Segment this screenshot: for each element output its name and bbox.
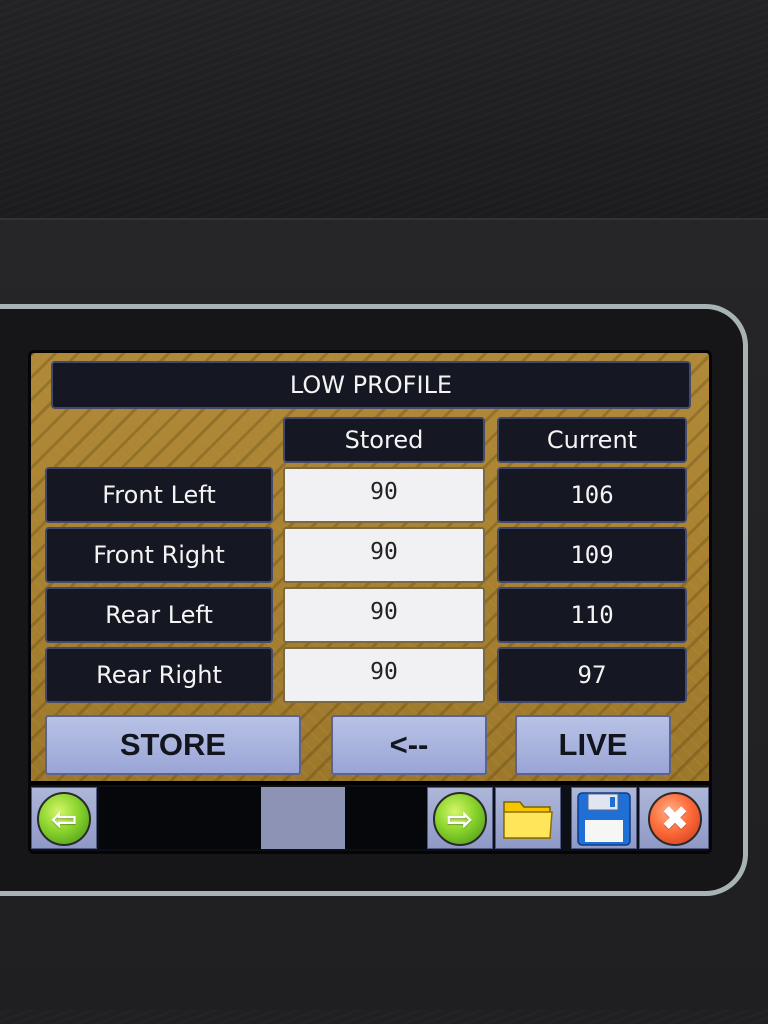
open-folder-button[interactable] [495,787,561,849]
bottom-toolbar: ⇦ ⇨ ✖ [31,785,709,851]
arrow-left-icon: ⇦ [37,792,91,846]
stored-value-front-right[interactable]: 90 [283,527,485,583]
folder-icon [503,801,553,839]
page-title: LOW PROFILE [51,361,691,409]
save-icon [577,792,631,846]
photo-scene: LOW PROFILE Stored Current Front Left 90… [0,0,768,1024]
current-value-front-left: 106 [497,467,687,523]
current-value-rear-right: 97 [497,647,687,703]
row-label-rear-right: Rear Right [45,647,273,703]
stored-value-front-left[interactable]: 90 [283,467,485,523]
next-page-button[interactable]: ⇨ [427,787,493,849]
row-label-front-left: Front Left [45,467,273,523]
column-header-stored: Stored [283,417,485,463]
stored-value-rear-right[interactable]: 90 [283,647,485,703]
stored-value-rear-left[interactable]: 90 [283,587,485,643]
back-button[interactable]: <-- [331,715,487,775]
page-indicator-current [261,787,345,849]
column-header-current: Current [497,417,687,463]
close-icon: ✖ [648,792,702,846]
prev-page-button[interactable]: ⇦ [31,787,97,849]
arrow-right-icon: ⇨ [433,792,487,846]
touchscreen: LOW PROFILE Stored Current Front Left 90… [28,350,712,854]
row-label-rear-left: Rear Left [45,587,273,643]
live-button[interactable]: LIVE [515,715,671,775]
current-value-rear-left: 110 [497,587,687,643]
current-value-front-right: 109 [497,527,687,583]
page-indicator-right [345,787,427,849]
store-button[interactable]: STORE [45,715,301,775]
close-button[interactable]: ✖ [639,787,709,849]
save-button[interactable] [571,787,637,849]
row-label-front-right: Front Right [45,527,273,583]
page-indicator-left [99,787,261,849]
